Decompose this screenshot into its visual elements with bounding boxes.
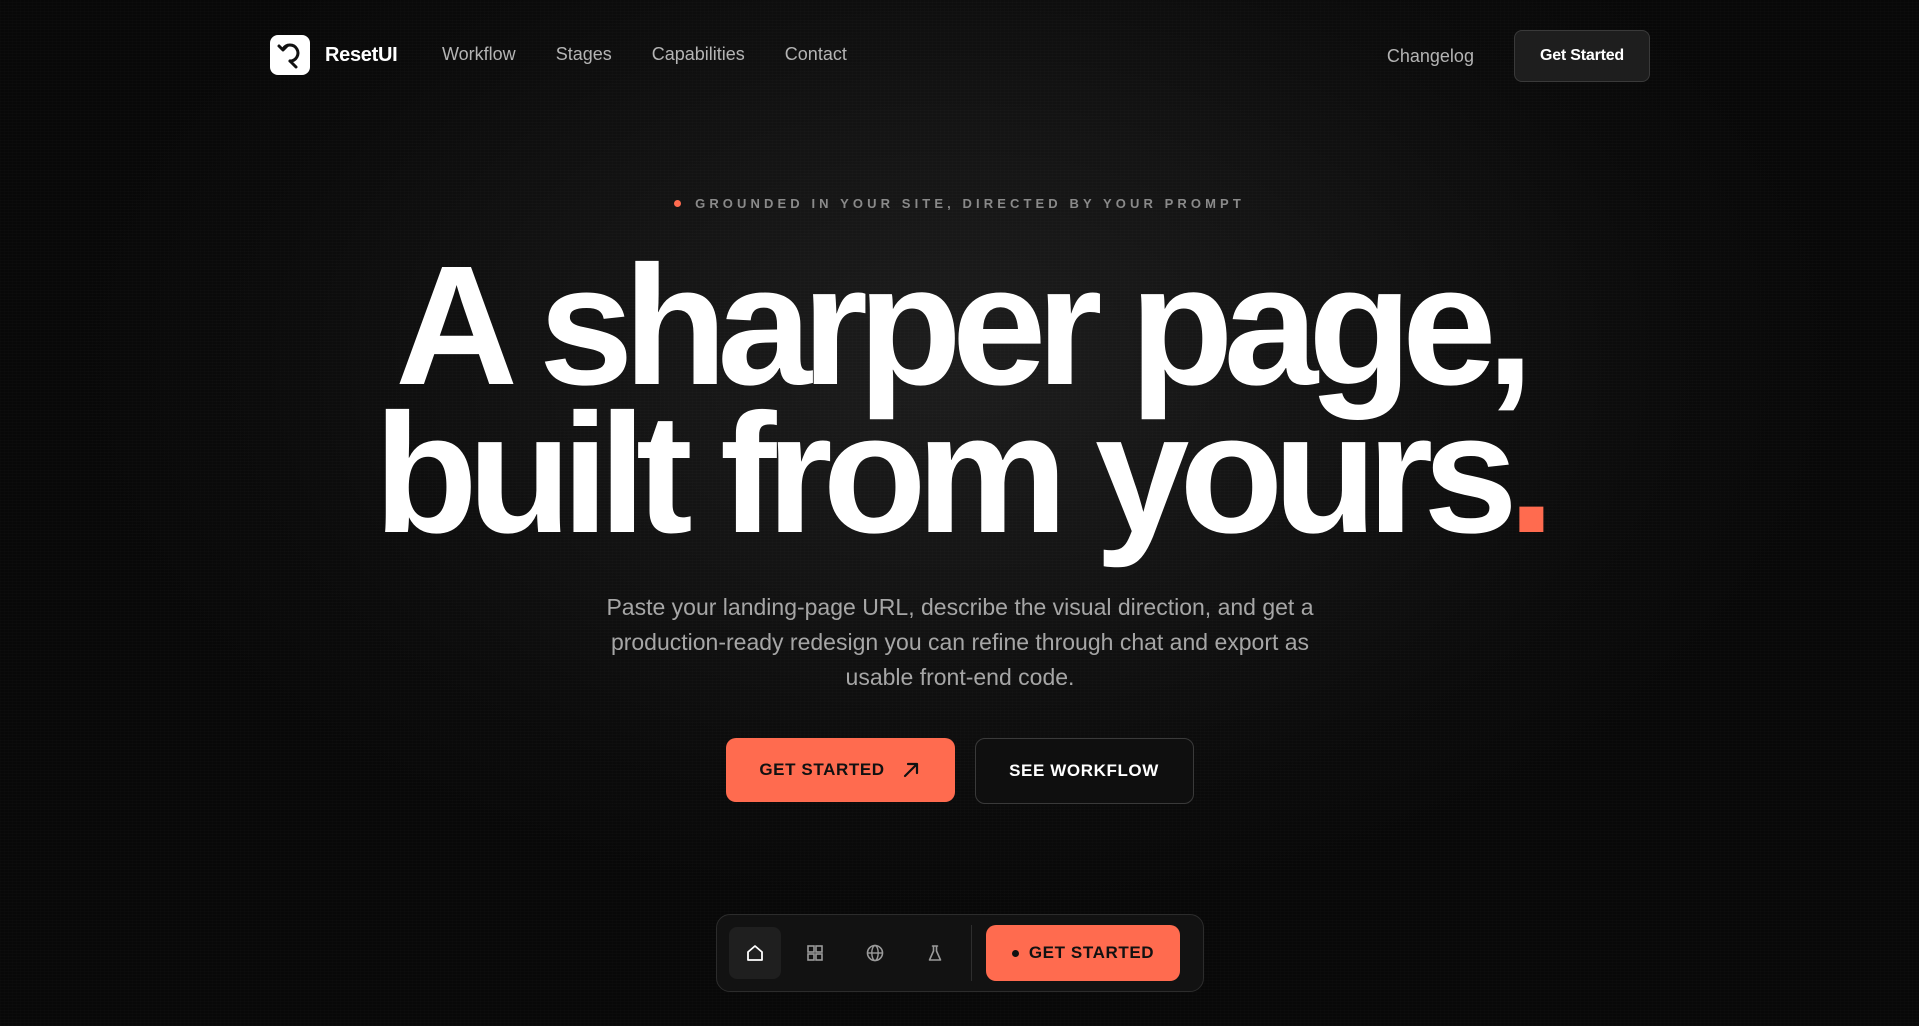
hero-subhead: Paste your landing-page URL, describe th… — [606, 594, 1314, 690]
dock-cta-label: GET STARTED — [1028, 943, 1155, 962]
nav-get-started-button[interactable]: Get Started — [1513, 30, 1650, 82]
logo-mark-icon — [270, 35, 310, 75]
home-icon — [747, 945, 763, 961]
dock-get-started-button[interactable]: GET STARTED — [986, 925, 1180, 981]
dock-flask-button[interactable] — [909, 927, 961, 979]
nav-link-capabilities[interactable]: Capabilities — [652, 44, 745, 65]
top-nav: ResetUI Workflow Stages Capabilities Con… — [0, 0, 1919, 112]
changelog-link[interactable]: Changelog — [1387, 46, 1474, 67]
landing-page: ResetUI Workflow Stages Capabilities Con… — [0, 0, 1919, 1026]
eyebrow-dot-icon — [674, 200, 682, 207]
dock-grid-button[interactable] — [789, 927, 841, 979]
nav-right: Changelog Get Started — [1387, 30, 1650, 82]
eyebrow-text: GROUNDED IN YOUR SITE, DIRECTED BY YOUR … — [695, 196, 1245, 211]
get-started-button[interactable]: GET STARTED — [725, 738, 955, 802]
nav-link-workflow[interactable]: Workflow — [442, 44, 516, 65]
flask-icon — [928, 945, 942, 961]
nav-links: Workflow Stages Capabilities Contact — [442, 44, 847, 65]
logo[interactable]: ResetUI — [270, 35, 398, 75]
nav-link-stages[interactable]: Stages — [556, 44, 612, 65]
headline-line-2: built from yours — [373, 379, 1518, 569]
dock-divider — [971, 925, 972, 981]
arrow-up-right-icon — [903, 762, 918, 778]
headline-accent-dot: . — [1507, 379, 1555, 569]
globe-icon — [866, 944, 884, 962]
dock-home-button[interactable] — [729, 927, 781, 979]
see-workflow-button[interactable]: SEE WORKFLOW — [974, 738, 1194, 804]
get-started-label: GET STARTED — [759, 760, 885, 779]
hero-headline: A sharper page, built from yours. — [0, 241, 1919, 559]
nav-link-contact[interactable]: Contact — [785, 44, 847, 65]
hero-cta-row: GET STARTED SEE WORKFLOW — [0, 738, 1919, 804]
grid-icon — [807, 945, 823, 961]
dock-cta-dot-icon — [1011, 949, 1019, 957]
bottom-dock: GET STARTED — [716, 914, 1204, 992]
logo-text: ResetUI — [325, 43, 398, 66]
hero-eyebrow: GROUNDED IN YOUR SITE, DIRECTED BY YOUR … — [0, 196, 1919, 211]
dock-globe-button[interactable] — [849, 927, 901, 979]
